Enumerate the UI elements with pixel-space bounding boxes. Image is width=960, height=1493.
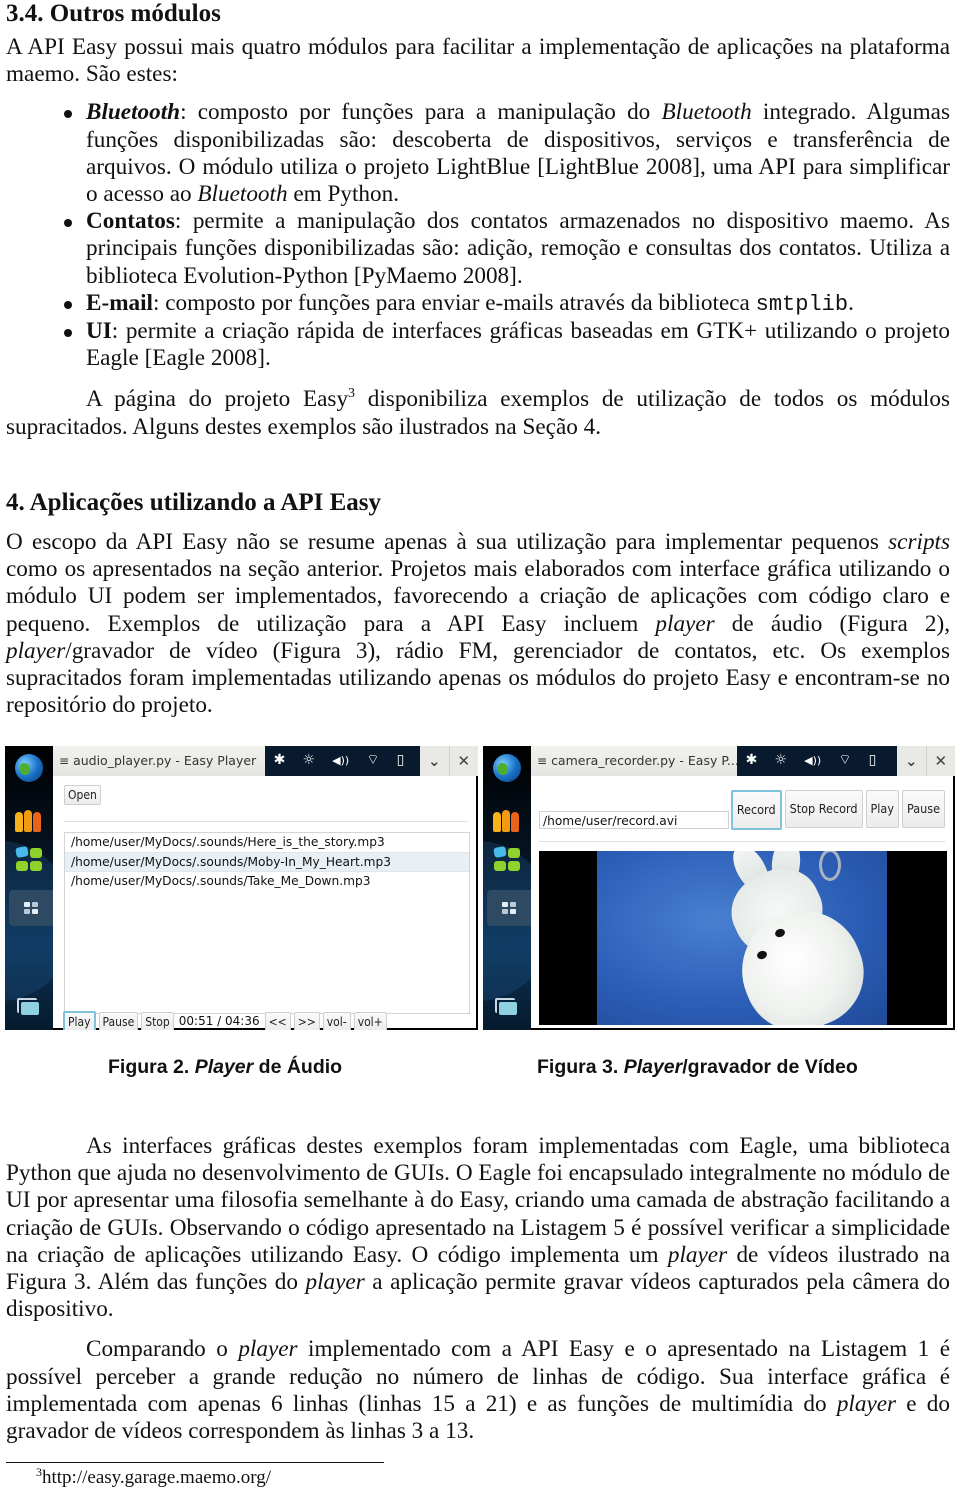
file-list[interactable]: /home/user/MyDocs/.sounds/Here_is_the_st…: [64, 832, 470, 1014]
stop-button[interactable]: Stop: [141, 1011, 174, 1030]
play-button[interactable]: Play: [865, 790, 899, 828]
open-button[interactable]: Open: [64, 785, 101, 805]
video-preview[interactable]: [539, 851, 947, 1025]
list-item-bluetooth: Bluetooth: composto por funções para a m…: [6, 99, 950, 208]
section-heading: 4. Aplicações utilizando a API Easy: [6, 489, 382, 516]
camera-frame: [597, 851, 887, 1025]
compare-paragraph: Comparando o player implementado com a A…: [6, 1336, 950, 1445]
window-title[interactable]: ≡ camera_recorder.py - Easy P...: [531, 746, 737, 776]
contacts-icon[interactable]: [493, 804, 521, 832]
footnote-url[interactable]: http://easy.garage.maemo.org/: [42, 1467, 271, 1488]
file-path-input[interactable]: /home/user/record.avi: [539, 811, 729, 829]
web-browser-icon[interactable]: [15, 754, 43, 782]
playback-controls: Play Pause Stop 00:51 / 04:36 << >> vol-…: [63, 1008, 387, 1030]
figure-3-camera-recorder: ≡ camera_recorder.py - Easy P... ✱ ☼ ◀)) …: [483, 746, 955, 1030]
divider: [539, 841, 945, 842]
play-button[interactable]: Play: [63, 1010, 96, 1030]
status-area[interactable]: ✱ ☼ ◀)) ⌔ ▯: [737, 746, 885, 776]
window-content: Open /home/user/MyDocs/.sounds/Here_is_t…: [53, 776, 476, 1030]
figure-3-caption: Figura 3. Player/gravador de Vídeo: [537, 1056, 858, 1078]
brightness-icon: ☼: [774, 752, 787, 769]
minimize-button[interactable]: ⌄: [897, 746, 926, 776]
window-title[interactable]: ≡ audio_player.py - Easy Player: [53, 746, 265, 776]
list-item[interactable]: /home/user/MyDocs/.sounds/Take_Me_Down.m…: [65, 872, 469, 891]
footnote-ref: 3: [348, 386, 356, 402]
status-area[interactable]: ✱ ☼ ◀)) ⌔ ▯: [265, 746, 413, 776]
list-item-contatos: Contatos: permite a manipulação dos cont…: [6, 208, 950, 290]
list-item[interactable]: /home/user/MyDocs/.sounds/Here_is_the_st…: [65, 833, 469, 852]
volume-down-button[interactable]: vol-: [322, 1011, 351, 1030]
record-button[interactable]: Record: [730, 790, 782, 830]
section-4-paragraph: O escopo da API Easy não se resume apena…: [6, 529, 950, 719]
applications-icon[interactable]: [493, 846, 521, 874]
wifi-icon: ⌔: [838, 752, 852, 769]
volume-icon: ◀)): [804, 754, 822, 768]
footnote-rule: [6, 1462, 384, 1463]
bluetooth-icon: ✱: [273, 752, 286, 769]
close-button[interactable]: ✕: [925, 746, 956, 776]
recorder-controls: Record Stop Record Play Pause: [730, 790, 945, 830]
brightness-icon: ☼: [302, 752, 315, 769]
volume-icon: ◀)): [332, 754, 350, 768]
figure-2-caption: Figura 2. Player de Áudio: [108, 1056, 343, 1078]
intro-paragraph: A API Easy possui mais quatro módulos pa…: [6, 34, 950, 88]
pause-button[interactable]: Pause: [901, 790, 945, 828]
bluetooth-icon: ✱: [745, 752, 758, 769]
module-list: Bluetooth: composto por funções para a m…: [6, 99, 950, 372]
section-4: 4. Aplicações utilizando a API Easy O es…: [6, 489, 950, 719]
applications-icon[interactable]: [15, 846, 43, 874]
list-item-email: E-mail: composto por funções para enviar…: [6, 290, 950, 318]
volume-up-button[interactable]: vol+: [353, 1011, 387, 1030]
title-bar: ≡ camera_recorder.py - Easy P... ✱ ☼ ◀)) …: [531, 746, 955, 776]
list-item-ui: UI: permite a criação rápida de interfac…: [6, 318, 950, 372]
rewind-button[interactable]: <<: [264, 1011, 291, 1030]
wifi-icon: ⌔: [366, 752, 380, 769]
close-button[interactable]: ✕: [448, 746, 479, 776]
window-content: /home/user/record.avi Record Stop Record…: [531, 776, 953, 1028]
battery-icon: ▯: [868, 752, 877, 769]
desktop-sidebar: [483, 746, 553, 1030]
menu-icon: ≡: [537, 754, 548, 768]
pause-button[interactable]: Pause: [98, 1011, 139, 1030]
divider: [64, 821, 468, 822]
dashboard-icon[interactable]: [9, 890, 53, 926]
eagle-paragraph: As interfaces gráficas destes exemplos f…: [6, 1133, 950, 1323]
task-switcher-icon[interactable]: [493, 996, 521, 1024]
time-display: 00:51 / 04:36: [178, 1014, 260, 1028]
desktop-sidebar: [5, 746, 75, 1030]
title-bar: ≡ audio_player.py - Easy Player ✱ ☼ ◀)) ⌔…: [53, 746, 478, 776]
forward-button[interactable]: >>: [293, 1011, 320, 1030]
list-item-selected[interactable]: /home/user/MyDocs/.sounds/Moby-In_My_Hea…: [65, 852, 469, 872]
task-switcher-icon[interactable]: [15, 996, 43, 1024]
body-after-figures: As interfaces gráficas destes exemplos f…: [6, 1133, 950, 1445]
stop-record-button[interactable]: Stop Record: [784, 790, 863, 828]
minimize-button[interactable]: ⌄: [420, 746, 449, 776]
battery-icon: ▯: [396, 752, 405, 769]
section-heading: 3.4. Outros módulos: [6, 0, 221, 27]
closing-paragraph: A página do projeto Easy3 disponibiliza …: [6, 386, 950, 440]
contacts-icon[interactable]: [15, 804, 43, 832]
figure-2-audio-player: ≡ audio_player.py - Easy Player ✱ ☼ ◀)) ⌔…: [5, 746, 478, 1030]
footnote: 3http://easy.garage.maemo.org/: [36, 1465, 271, 1488]
dashboard-icon[interactable]: [487, 890, 531, 926]
menu-icon: ≡: [59, 754, 70, 768]
code-smtplib: smtplib: [755, 291, 849, 317]
section-3-4: 3.4. Outros módulos A API Easy possui ma…: [6, 0, 950, 441]
web-browser-icon[interactable]: [493, 754, 521, 782]
